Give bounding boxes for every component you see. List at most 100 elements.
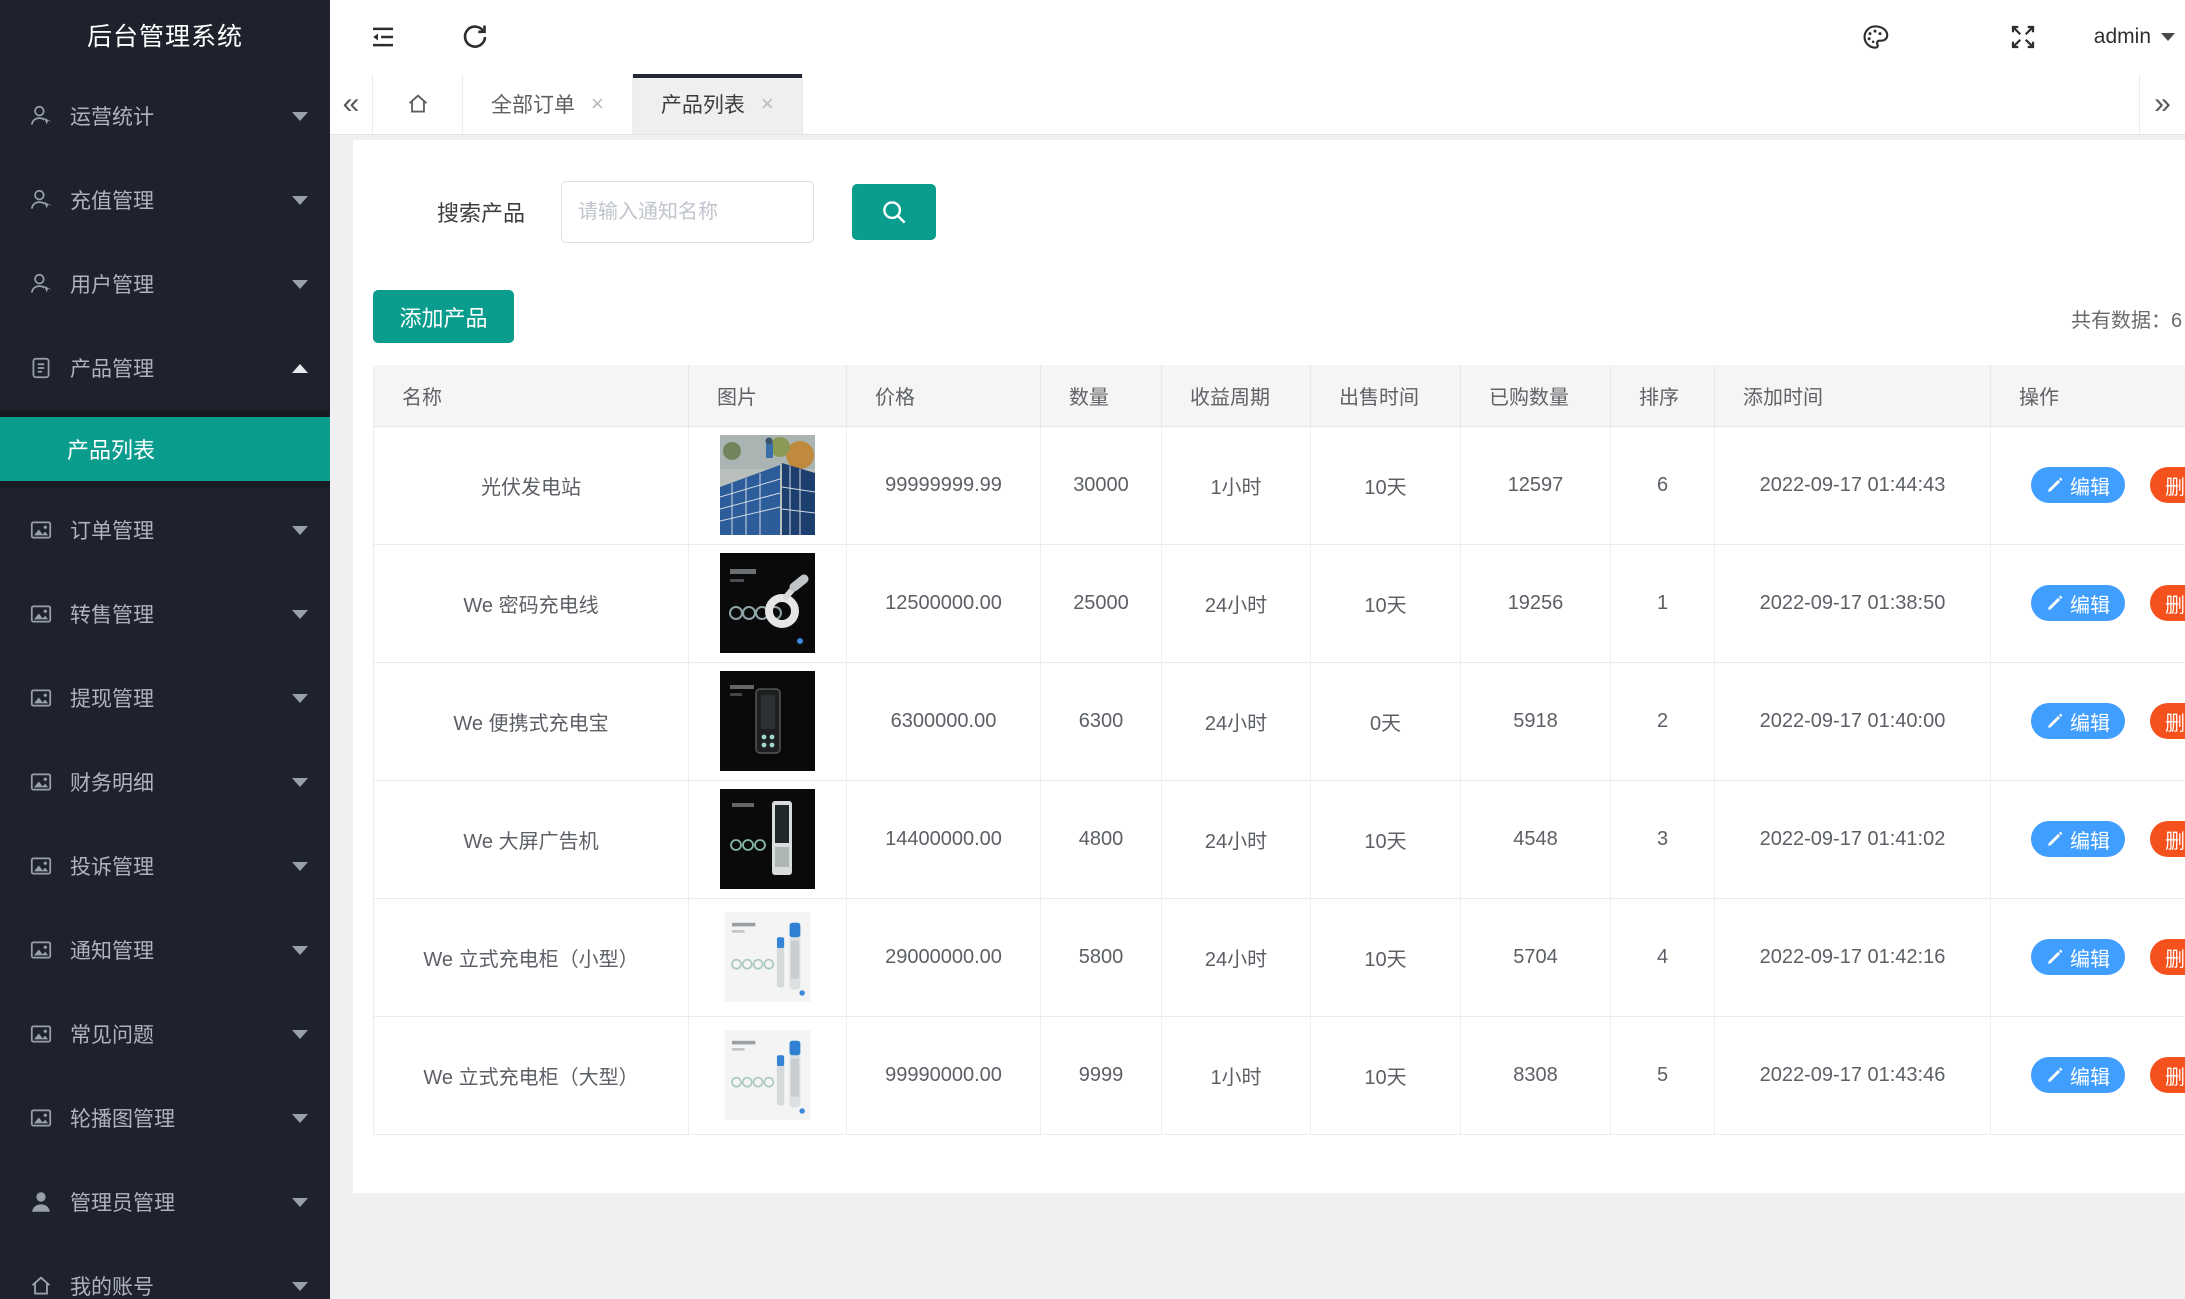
search-row: 搜索产品 bbox=[437, 181, 2185, 243]
product-purchased-count: 4548 bbox=[1461, 780, 1611, 898]
sidebar-item[interactable]: 用户管理 bbox=[0, 242, 330, 326]
image-icon bbox=[28, 517, 54, 543]
product-added-time: 2022-09-17 01:43:46 bbox=[1715, 1016, 1991, 1134]
user-outline-icon bbox=[28, 103, 54, 129]
close-tab-icon[interactable]: × bbox=[761, 93, 774, 115]
sidebar-item-label: 用户管理 bbox=[70, 269, 292, 299]
tab-product-list[interactable]: 产品列表 × bbox=[633, 74, 803, 134]
tabs-scroll-left-button[interactable]: « bbox=[330, 74, 373, 134]
close-tab-icon[interactable]: × bbox=[591, 93, 604, 115]
total-data-value: 6 bbox=[2171, 310, 2182, 332]
product-purchased-count: 12597 bbox=[1461, 426, 1611, 544]
sidebar-item[interactable]: 提现管理 bbox=[0, 656, 330, 740]
sidebar-item-label: 管理员管理 bbox=[70, 1187, 292, 1217]
delete-button[interactable]: 删除 bbox=[2150, 585, 2185, 621]
user-name: admin bbox=[2094, 25, 2151, 49]
table-header-row: 名称图片价格数量收益周期出售时间已购数量排序添加时间操作 bbox=[374, 365, 2185, 426]
edit-button[interactable]: 编辑 bbox=[2031, 467, 2125, 503]
product-sale-time: 0天 bbox=[1311, 662, 1461, 780]
sidebar-subitem-active[interactable]: 产品列表 bbox=[0, 417, 330, 481]
sidebar-item[interactable]: 轮播图管理 bbox=[0, 1076, 330, 1160]
sidebar-item[interactable]: 管理员管理 bbox=[0, 1160, 330, 1244]
delete-button[interactable]: 删除 bbox=[2150, 467, 2185, 503]
content-panel: 搜索产品 添加产品 共有数据：6 名称图片价格数量收益周期出售时间已购数量排 bbox=[353, 140, 2185, 1193]
chevron-down-icon bbox=[292, 1114, 308, 1123]
sidebar-item[interactable]: 常见问题 bbox=[0, 992, 330, 1076]
user-outline-icon bbox=[28, 271, 54, 297]
product-image-cell bbox=[689, 1016, 847, 1134]
sidebar-item[interactable]: 运营统计 bbox=[0, 74, 330, 158]
sidebar-item[interactable]: 通知管理 bbox=[0, 908, 330, 992]
edit-button[interactable]: 编辑 bbox=[2031, 1057, 2125, 1093]
tab-home[interactable] bbox=[373, 74, 463, 134]
image-icon bbox=[28, 601, 54, 627]
fullscreen-icon[interactable] bbox=[2008, 22, 2038, 52]
sidebar-item-label: 常见问题 bbox=[70, 1019, 292, 1049]
product-quantity: 6300 bbox=[1041, 662, 1162, 780]
product-period: 24小时 bbox=[1162, 898, 1311, 1016]
chevron-down-icon bbox=[292, 778, 308, 787]
tabbar: « 全部订单 × 产品列表 × » bbox=[330, 74, 2185, 135]
table-header-cell: 名称 bbox=[374, 365, 689, 426]
product-quantity: 9999 bbox=[1041, 1016, 1162, 1134]
sidebar-item-label: 提现管理 bbox=[70, 683, 292, 713]
chevron-down-icon bbox=[292, 610, 308, 619]
chevron-down-icon bbox=[292, 112, 308, 121]
sidebar-item-label: 订单管理 bbox=[70, 515, 292, 545]
product-sale-time: 10天 bbox=[1311, 426, 1461, 544]
edit-button[interactable]: 编辑 bbox=[2031, 585, 2125, 621]
sidebar-item[interactable]: 产品管理 bbox=[0, 326, 330, 410]
search-input[interactable] bbox=[561, 181, 814, 243]
product-period: 24小时 bbox=[1162, 780, 1311, 898]
sidebar-item-label: 我的账号 bbox=[70, 1271, 292, 1299]
row-actions: 编辑删除 bbox=[1991, 426, 2185, 544]
theme-palette-icon[interactable] bbox=[1860, 22, 1890, 52]
tab-label: 产品列表 bbox=[661, 89, 745, 119]
delete-button[interactable]: 删除 bbox=[2150, 939, 2185, 975]
collapse-sidebar-icon[interactable] bbox=[368, 22, 398, 52]
sidebar-item[interactable]: 订单管理 bbox=[0, 488, 330, 572]
table-header-cell: 排序 bbox=[1611, 365, 1715, 426]
edit-button[interactable]: 编辑 bbox=[2031, 939, 2125, 975]
toolbar-row: 添加产品 共有数据：6 bbox=[373, 290, 2185, 343]
content-area: 搜索产品 添加产品 共有数据：6 名称图片价格数量收益周期出售时间已购数量排 bbox=[330, 135, 2185, 1299]
sidebar-item-label: 运营统计 bbox=[70, 101, 292, 131]
row-actions: 编辑删除 bbox=[1991, 1016, 2185, 1134]
delete-button[interactable]: 删除 bbox=[2150, 821, 2185, 857]
image-icon bbox=[28, 685, 54, 711]
sidebar-item[interactable]: 充值管理 bbox=[0, 158, 330, 242]
product-sort: 3 bbox=[1611, 780, 1715, 898]
user-menu[interactable]: admin bbox=[2094, 25, 2175, 49]
product-image-cell bbox=[689, 780, 847, 898]
tab-label: 全部订单 bbox=[491, 89, 575, 119]
product-sort: 6 bbox=[1611, 426, 1715, 544]
sidebar-item-label: 产品管理 bbox=[70, 353, 292, 383]
sidebar-item[interactable]: 我的账号 bbox=[0, 1244, 330, 1299]
edit-button[interactable]: 编辑 bbox=[2031, 703, 2125, 739]
product-price: 14400000.00 bbox=[847, 780, 1041, 898]
refresh-icon[interactable] bbox=[460, 22, 490, 52]
tab-all-orders[interactable]: 全部订单 × bbox=[463, 74, 633, 134]
product-name: We 立式充电柜（大型） bbox=[374, 1016, 689, 1134]
sidebar-item[interactable]: 投诉管理 bbox=[0, 824, 330, 908]
sidebar-item[interactable]: 财务明细 bbox=[0, 740, 330, 824]
add-product-button[interactable]: 添加产品 bbox=[373, 290, 514, 343]
tabs-scroll-right-button[interactable]: » bbox=[2139, 74, 2185, 134]
product-purchased-count: 19256 bbox=[1461, 544, 1611, 662]
product-price: 99990000.00 bbox=[847, 1016, 1041, 1134]
products-table: 名称图片价格数量收益周期出售时间已购数量排序添加时间操作 光伏发电站999999… bbox=[373, 365, 2185, 1135]
dark-adscreen-photo bbox=[720, 789, 815, 889]
product-quantity: 25000 bbox=[1041, 544, 1162, 662]
product-sort: 4 bbox=[1611, 898, 1715, 1016]
sidebar-item[interactable]: 转售管理 bbox=[0, 572, 330, 656]
sidebar-item-label: 财务明细 bbox=[70, 767, 292, 797]
table-row: We 密码充电线12500000.002500024小时10天192561202… bbox=[374, 544, 2185, 662]
edit-button[interactable]: 编辑 bbox=[2031, 821, 2125, 857]
delete-button[interactable]: 删除 bbox=[2150, 703, 2185, 739]
product-purchased-count: 5704 bbox=[1461, 898, 1611, 1016]
light-cabinet-photo bbox=[720, 1030, 815, 1120]
delete-button[interactable]: 删除 bbox=[2150, 1057, 2185, 1093]
table-body: 光伏发电站99999999.99300001小时10天1259762022-09… bbox=[374, 426, 2185, 1134]
product-added-time: 2022-09-17 01:41:02 bbox=[1715, 780, 1991, 898]
search-button[interactable] bbox=[852, 184, 936, 240]
